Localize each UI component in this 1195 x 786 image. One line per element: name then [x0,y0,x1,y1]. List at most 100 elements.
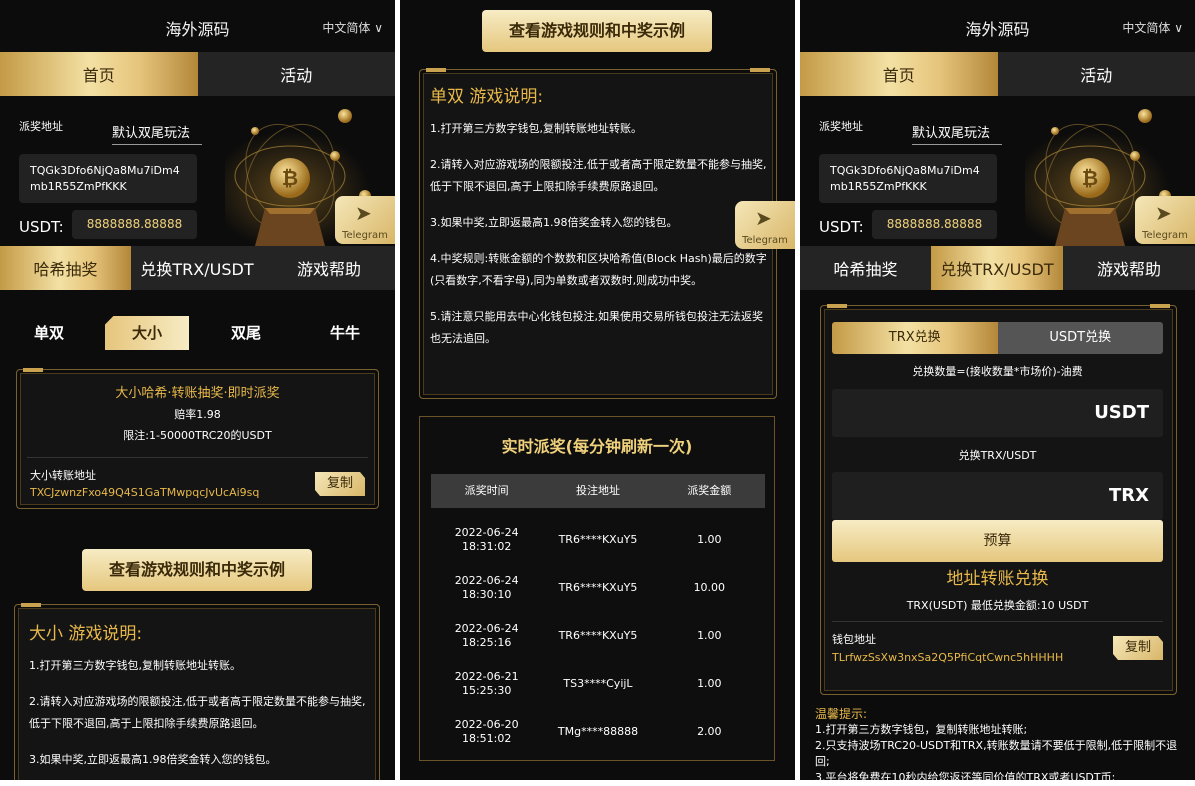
transfer-address-label: 大小转账地址 [30,467,96,483]
telegram-button[interactable]: ➤ Telegram [335,196,395,244]
table-header: 派奖时间 投注地址 派奖金额 [431,474,765,508]
copy-button[interactable]: 复制 [315,472,365,496]
sub-tabs: 哈希抽奖 兑换TRX/USDT 游戏帮助 [800,246,1195,290]
transfer-exchange-title: 地址转账兑换 [832,564,1163,589]
game-tab-danshuang[interactable]: 单双 [18,316,80,350]
telegram-label: Telegram [335,230,395,241]
tab-trx-exchange[interactable]: TRX兑换 [832,322,998,354]
tab-activity[interactable]: 活动 [998,52,1195,96]
transfer-address-value: TXCJzwnzFxo49Q4S1GaTMwpqcJvUcAi9sq [30,486,259,499]
col-address: 投注地址 [542,474,653,508]
game-tab-shuangwei[interactable]: 双尾 [215,316,277,350]
cell-address: TR6****KXuY5 [542,564,653,612]
telegram-button[interactable]: ➤ Telegram [735,201,795,249]
usdt-amount-input[interactable]: USDT [832,389,1163,437]
tab-usdt-exchange[interactable]: USDT兑换 [998,322,1164,354]
rule-4: 4.中奖规则:转账金额的个数数和区块哈希值(Block Hash)最后的数字(只… [430,248,768,292]
exchange-pair-label: 兑换TRX/USDT [832,447,1163,463]
table-row: 2022-06-2115:25:30 TS3****CyijL 1.00 [431,660,765,708]
game-info-title: 大小哈希·转账抽奖·即时派奖 [17,382,378,401]
table-row: 2022-06-2418:25:16 TR6****KXuY5 1.00 [431,612,765,660]
svg-text:₿: ₿ [1082,166,1098,190]
game-limit: 限注:1-50000TRC20的USDT [17,427,378,443]
language-selector[interactable]: 中文简体 ∨ [322,19,383,36]
usdt-label: USDT: [819,218,864,236]
tab-home[interactable]: 首页 [0,52,198,96]
rules-content: 单双 游戏说明: 1.打开第三方数字钱包,复制转账地址转账。 2.请转入对应游戏… [430,86,768,364]
cell-date: 2022-06-24 [455,526,519,539]
tab-game-help[interactable]: 游戏帮助 [1063,246,1195,290]
cell-date: 2022-06-24 [455,622,519,635]
view-rules-button[interactable]: 查看游戏规则和中奖示例 [482,10,712,52]
rule-3: 3.如果中奖,立即返最高1.98倍奖金转入您的钱包。 [430,212,768,234]
language-selector[interactable]: 中文简体 ∨ [1122,19,1183,36]
cell-time: 2022-06-2418:30:10 [431,564,542,612]
main-nav: 首页 活动 [800,52,1195,96]
game-odds: 赔率1.98 [17,406,378,422]
tab-exchange[interactable]: 兑换TRX/USDT [131,246,263,290]
tab-hash-lottery[interactable]: 哈希抽奖 [0,246,131,290]
cell-amount: 1.00 [654,660,765,708]
frame-corner [827,304,847,308]
rule-5: 5.请注意只能用去中心化钱包投注,如果使用交易所钱包投注无法返奖也无法追回。 [430,306,768,350]
telegram-label: Telegram [1135,230,1195,241]
cell-amount: 1.00 [654,516,765,564]
live-payout-card: 实时派奖(每分钟刷新一次) 派奖时间 投注地址 派奖金额 2022-06-241… [419,416,775,761]
usdt-label: USDT: [19,218,64,236]
game-tab-daxiao[interactable]: 大小 [105,316,189,350]
rules-card: 大小 游戏说明: 1.打开第三方数字钱包,复制转账地址转账。 2.请转入对应游戏… [14,604,380,780]
frame-corner [21,603,41,607]
cell-amount: 1.00 [654,612,765,660]
tab-exchange[interactable]: 兑换TRX/USDT [931,246,1063,290]
tip-2: 2.只支持波场TRC20-USDT和TRX,转账数量请不要低于限制,低于限制不退… [815,738,1185,770]
divider [27,457,368,458]
main-nav: 首页 活动 [0,52,395,96]
game-tabs: 单双 大小 双尾 牛牛 [0,316,395,350]
rules-content: 大小 游戏说明: 1.打开第三方数字钱包,复制转账地址转账。 2.请转入对应游戏… [29,623,369,780]
frame-corner [1150,304,1170,308]
cell-date: 2022-06-24 [455,574,519,587]
cell-time: 2022-06-2115:25:30 [431,660,542,708]
table-row: 2022-06-2018:51:02 TMg****88888 2.00 [431,708,765,756]
tab-game-help[interactable]: 游戏帮助 [263,246,395,290]
play-mode[interactable]: 默认双尾玩法 [912,122,1002,145]
trx-amount-input[interactable]: TRX [832,472,1163,520]
cell-time: 2022-06-2418:31:02 [431,516,542,564]
cell-address: TR6****KXuY5 [542,516,653,564]
cell-time: 2022-06-2418:25:16 [431,612,542,660]
tip-1: 1.打开第三方数字钱包，复制转账地址转账; [815,722,1185,738]
game-tab-niuniu[interactable]: 牛牛 [314,316,376,350]
cell-amount: 10.00 [654,564,765,612]
telegram-label: Telegram [735,235,795,246]
rule-3: 3.如果中奖,立即返最高1.98倍奖金转入您的钱包。 [29,749,369,771]
cell-date: 2022-06-21 [455,670,519,683]
copy-button[interactable]: 复制 [1113,636,1163,660]
tips-section: 温馨提示: 1.打开第三方数字钱包，复制转账地址转账; 2.只支持波场TRC20… [815,706,1185,786]
cell-address: TR6****KXuY5 [542,612,653,660]
rule-1: 1.打开第三方数字钱包,复制转账地址转账。 [29,655,369,677]
rules-title: 单双 游戏说明: [430,86,768,108]
cell-clock: 18:31:02 [462,540,511,553]
svg-text:₿: ₿ [282,166,298,190]
budget-button[interactable]: 预算 [832,520,1163,562]
top-bar: 海外源码 中文简体 ∨ [0,0,395,52]
telegram-button[interactable]: ➤ Telegram [1135,196,1195,244]
panel-home-daxiao: 海外源码 中文简体 ∨ 首页 活动 派奖地址 默认双尾玩法 TQGk3Dfo6N… [0,0,395,780]
tab-hash-lottery[interactable]: 哈希抽奖 [800,246,931,290]
play-mode[interactable]: 默认双尾玩法 [112,122,202,145]
col-time: 派奖时间 [431,474,542,508]
frame-corner [750,68,770,72]
tab-home[interactable]: 首页 [800,52,998,96]
min-exchange-amount: TRX(USDT) 最低兑换金额:10 USDT [832,597,1163,613]
cell-date: 2022-06-20 [455,718,519,731]
telegram-icon: ➤ [755,206,772,230]
rules-card: 单双 游戏说明: 1.打开第三方数字钱包,复制转账地址转账。 2.请转入对应游戏… [419,69,777,399]
panel-help-danshuang: 查看游戏规则和中奖示例 单双 游戏说明: 1.打开第三方数字钱包,复制转账地址转… [400,0,795,780]
rule-2: 2.请转入对应游戏场的限额投注,低于或者高于限定数量不能参与抽奖,低于下限不退回… [430,154,768,198]
game-info-card: 大小哈希·转账抽奖·即时派奖 赔率1.98 限注:1-50000TRC20的US… [16,369,379,509]
hero-section: 派奖地址 默认双尾玩法 TQGk3Dfo6NjQa8Mu7iDm4mb1R55Z… [0,96,395,246]
telegram-icon: ➤ [1155,201,1172,225]
view-rules-button[interactable]: 查看游戏规则和中奖示例 [82,549,312,591]
prize-address-box: TQGk3Dfo6NjQa8Mu7iDm4mb1R55ZmPfKKK [19,154,197,203]
tab-activity[interactable]: 活动 [198,52,396,96]
